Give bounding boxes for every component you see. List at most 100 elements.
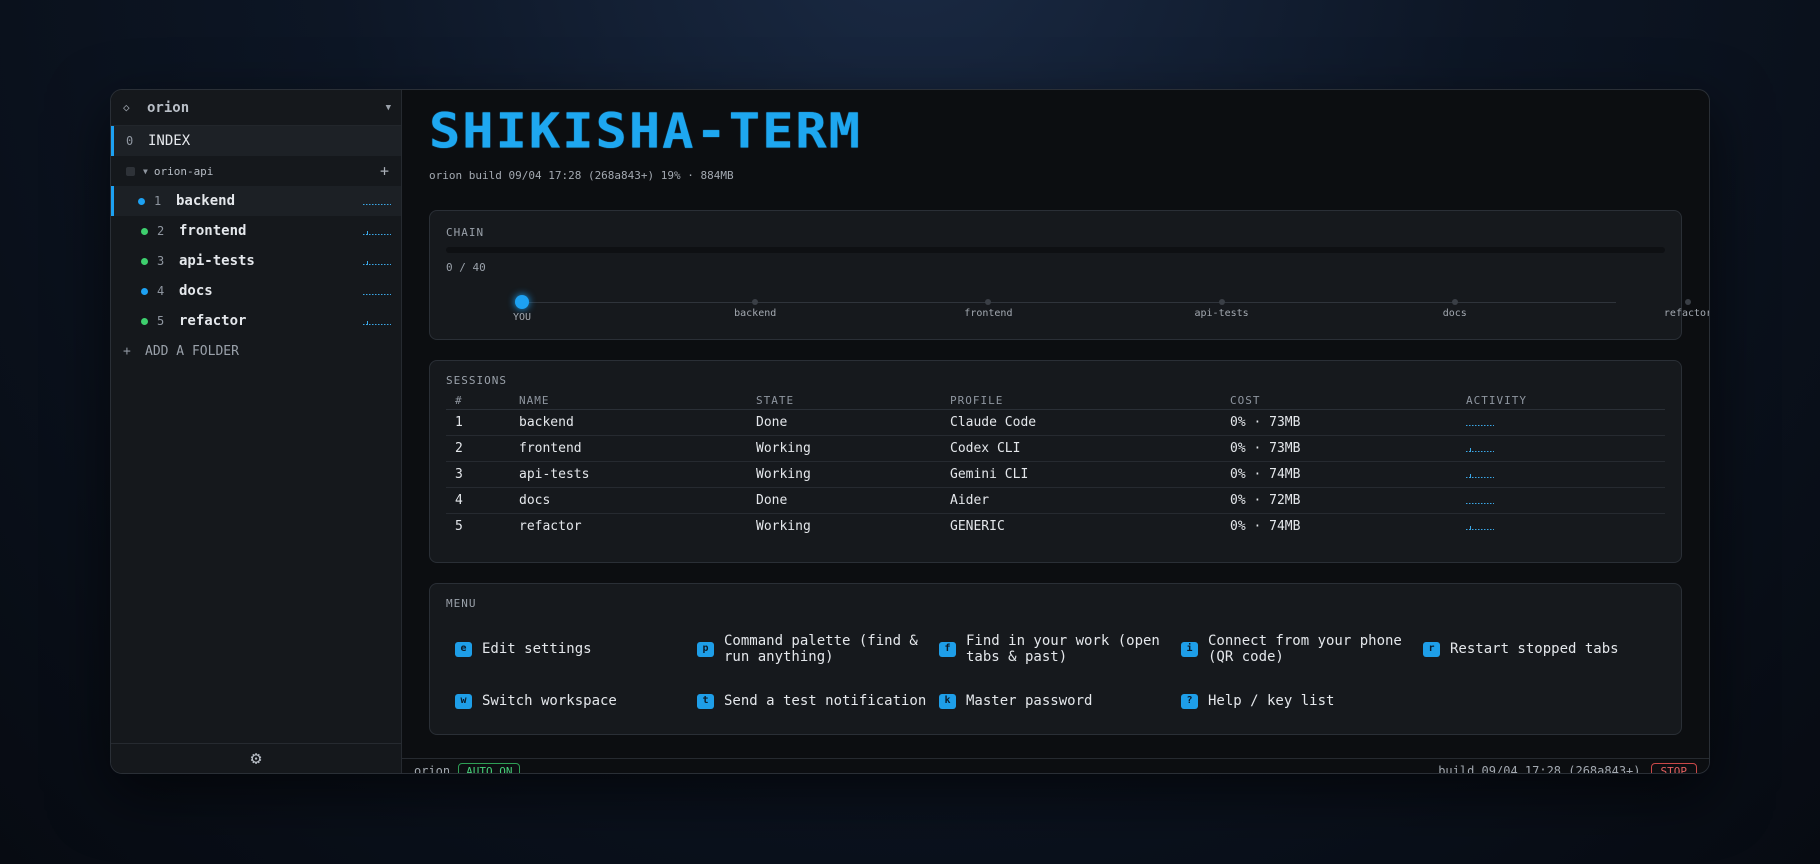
chain-card: CHAIN 0 / 40 YOU backend frontend api-tests… (429, 210, 1709, 340)
cell-profile: Claude Code (941, 409, 1221, 436)
shortcut-key-badge: ? (1181, 693, 1198, 709)
activity-sparkline (1466, 444, 1494, 452)
chain-node-backend: backend (715, 297, 795, 319)
table-row[interactable]: 5 refactor Working GENERIC 0% · 74MB (446, 513, 1665, 539)
cell-cost: 0% · 73MB (1221, 435, 1457, 462)
chain-node-dot (1218, 299, 1225, 305)
sidebar-item-number: 5 (157, 314, 165, 328)
workspace-selector[interactable]: ◇ orion ▼ (111, 90, 401, 126)
activity-sparkline (363, 197, 391, 205)
menu-item[interactable]: p Command palette (find & run anything) (697, 623, 939, 675)
add-folder-button[interactable]: + ADD A FOLDER (111, 336, 401, 366)
diamond-icon: ◇ (123, 101, 130, 114)
cell-name: docs (510, 487, 747, 514)
sidebar-item-frontend[interactable]: 2 frontend (111, 216, 401, 246)
chevron-down-icon: ▼ (385, 102, 391, 113)
menu-item[interactable]: r Restart stopped tabs (1423, 623, 1665, 675)
status-bar: orion AUTO ON build 09/04 17:28 (268a843… (402, 758, 1709, 774)
menu-item[interactable]: e Edit settings (455, 623, 697, 675)
shortcut-key-badge: p (697, 641, 714, 657)
cell-num: 4 (446, 487, 510, 514)
chain-node-label: api-tests (1194, 308, 1249, 319)
chain-node-dot (985, 299, 992, 305)
status-dot (141, 287, 148, 295)
sessions-card: SESSIONS # NAME STATE PROFILE COST ACTIVITY 1… (429, 360, 1682, 563)
sidebar-item-refactor[interactable]: 5 refactor (111, 306, 401, 336)
sidebar-item-api-tests[interactable]: 3 api-tests (111, 246, 401, 276)
shortcut-key-badge: t (697, 693, 714, 709)
menu-item[interactable]: t Send a test notification (697, 675, 939, 727)
activity-sparkline (363, 257, 391, 265)
chain-node-you: YOU (482, 295, 562, 323)
sidebar-item-label: backend (176, 193, 236, 209)
cell-profile: Gemini CLI (941, 461, 1221, 488)
cell-name: frontend (510, 435, 747, 462)
table-row[interactable]: 1 backend Done Claude Code 0% · 73MB (446, 409, 1665, 436)
menu-title: MENU (446, 597, 477, 610)
menu-item[interactable]: i Connect from your phone (QR code) (1181, 623, 1423, 675)
table-row[interactable]: 2 frontend Working Codex CLI 0% · 73MB (446, 435, 1665, 462)
cell-cost: 0% · 74MB (1230, 518, 1301, 534)
menu-item-label: Send a test notification (724, 693, 927, 709)
cell-state: Working (756, 518, 811, 534)
menu-item[interactable]: ? Help / key list (1181, 675, 1423, 727)
menu-item-label: Connect from your phone (QR code) (1208, 633, 1402, 665)
activity-sparkline (1466, 418, 1494, 426)
column-header: PROFILE (941, 392, 1221, 410)
sidebar: ◇ orion ▼ 0 INDEX ▼ orion-api + 1 backend… (111, 90, 402, 773)
table-row[interactable]: 4 docs Done Aider 0% · 72MB (446, 487, 1665, 514)
cell-cost: 0% · 73MB (1221, 409, 1457, 436)
sidebar-item-backend[interactable]: 1 backend (111, 186, 401, 216)
chain-node-label: frontend (964, 308, 1013, 319)
chain-node-label: refactor (1663, 308, 1710, 319)
status-dot (138, 197, 145, 205)
cell-name: api-tests (510, 461, 747, 488)
sidebar-item-number: 4 (157, 284, 165, 298)
add-tab-button[interactable]: + (380, 162, 389, 180)
cell-state: Working (747, 435, 941, 462)
activity-sparkline (1466, 496, 1494, 504)
menu-item-label: Switch workspace (482, 693, 617, 709)
chain-node-dot (1451, 299, 1458, 305)
cell-state: Working (747, 461, 941, 488)
stop-button[interactable]: STOP (1650, 762, 1697, 773)
menu-item-label: Restart stopped tabs (1450, 641, 1619, 657)
cell-activity (1457, 513, 1665, 539)
chain-node-dot (1685, 299, 1691, 305)
chain-title: CHAIN (446, 226, 485, 239)
status-dot (141, 317, 148, 325)
cell-state: Done (747, 487, 941, 514)
menu-item[interactable]: f Find in your work (open tabs & past) (939, 623, 1181, 675)
activity-sparkline (363, 287, 391, 295)
table-row[interactable]: 3 api-tests Working Gemini CLI 0% · 74MB (446, 461, 1665, 488)
folder-square-icon (126, 166, 135, 176)
activity-sparkline (363, 317, 391, 325)
gear-icon[interactable]: ⚙ (251, 748, 262, 769)
cell-cost: 0% · 72MB (1221, 487, 1457, 514)
activity-sparkline (1466, 522, 1494, 531)
auto-toggle[interactable]: AUTO ON (458, 762, 521, 773)
column-header: STATE (747, 392, 941, 410)
menu-item-label: Help / key list (1208, 693, 1335, 709)
sidebar-item-index[interactable]: 0 INDEX (111, 126, 401, 156)
chain-node-frontend: frontend (948, 297, 1028, 319)
status-build: build 09/04 17:28 (268a843+) (1438, 763, 1641, 774)
chain-node-docs: docs (1415, 297, 1495, 319)
folder-row[interactable]: ▼ orion-api + (111, 156, 401, 186)
sidebar-item-docs[interactable]: 4 docs (111, 276, 401, 306)
menu-item[interactable]: k Master password (939, 675, 1181, 727)
chain-progress-bar (446, 247, 1665, 253)
cell-activity (1457, 409, 1665, 436)
sidebar-item-number: 3 (157, 254, 165, 268)
chain-node-label: backend (734, 308, 777, 319)
cell-num: 1 (446, 409, 510, 436)
menu-item-label: Edit settings (482, 641, 592, 657)
shortcut-key-badge: k (939, 693, 956, 709)
main-panel: SHIKISHA-TERM orion build 09/04 17:28 (2… (402, 90, 1709, 773)
sidebar-footer: ⚙ (111, 743, 401, 773)
folder-name: orion-api (153, 164, 214, 178)
workspace-name: orion (147, 99, 190, 116)
menu-item[interactable]: w Switch workspace (455, 675, 697, 727)
cell-num: 5 (455, 518, 463, 534)
sessions-table: # NAME STATE PROFILE COST ACTIVITY 1 backend Do… (446, 392, 1665, 539)
